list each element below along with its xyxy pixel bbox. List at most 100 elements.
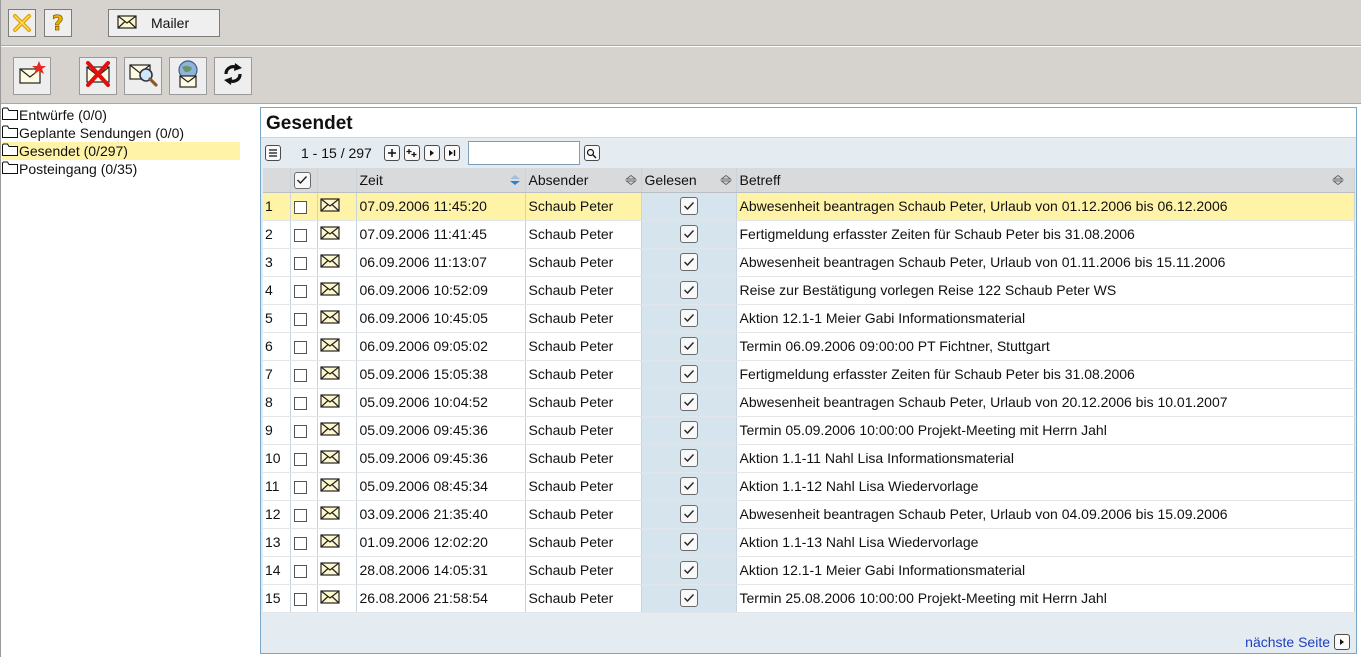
tab-mailer-label: Mailer xyxy=(151,15,190,31)
row-zeit: 03.09.2006 21:35:40 xyxy=(356,500,526,529)
row-betreff[interactable]: Aktion 1.1-12 Nahl Lisa Wiedervorlage xyxy=(736,472,1355,501)
row-betreff[interactable]: Termin 05.09.2006 10:00:00 Projekt-Meeti… xyxy=(736,416,1355,445)
row-checkbox[interactable] xyxy=(290,500,318,529)
row-zeit: 05.09.2006 10:04:52 xyxy=(356,388,526,417)
search-mail-button[interactable] xyxy=(124,57,162,95)
row-index: 4 xyxy=(263,276,291,305)
row-checkbox[interactable] xyxy=(290,584,318,613)
row-betreff[interactable]: Aktion 1.1-13 Nahl Lisa Wiedervorlage xyxy=(736,528,1355,557)
read-checkmark-icon xyxy=(679,393,698,412)
row-checkbox[interactable] xyxy=(290,192,318,221)
col-header-betreff[interactable]: Betreff xyxy=(736,168,1355,193)
row-checkbox[interactable] xyxy=(290,220,318,249)
row-betreff[interactable]: Reise zur Bestätigung vorlegen Reise 122… xyxy=(736,276,1355,305)
folder-item-entwuerfe[interactable]: Entwürfe (0/0) xyxy=(2,106,240,124)
top-tab-bar: ? Mailer xyxy=(1,0,1361,46)
next-page-button[interactable] xyxy=(423,145,440,161)
row-checkbox[interactable] xyxy=(290,332,318,361)
table-row[interactable]: 14 28.08.2006 14:05:31 Schaub Peter Aktion … xyxy=(263,556,1355,585)
table-row[interactable]: 13 01.09.2006 12:02:20 Schaub Peter Aktion … xyxy=(263,528,1355,557)
row-checkbox[interactable] xyxy=(290,248,318,277)
row-zeit: 06.09.2006 11:13:07 xyxy=(356,248,526,277)
row-betreff[interactable]: Aktion 12.1-1 Meier Gabi Informationsmat… xyxy=(736,556,1355,585)
folder-icon xyxy=(2,143,19,159)
row-checkbox[interactable] xyxy=(290,556,318,585)
plus-plus-icon xyxy=(406,149,417,157)
read-checkmark-icon xyxy=(679,449,698,468)
help-button[interactable]: ? xyxy=(44,9,72,37)
row-absender: Schaub Peter xyxy=(525,416,642,445)
row-checkbox[interactable] xyxy=(290,276,318,305)
table-row[interactable]: 4 06.09.2006 10:52:09 Schaub Peter Reise zu… xyxy=(263,276,1355,305)
row-absender: Schaub Peter xyxy=(525,528,642,557)
table-row[interactable]: 8 05.09.2006 10:04:52 Schaub Peter Abwesenh… xyxy=(263,388,1355,417)
table-row[interactable]: 5 06.09.2006 10:45:05 Schaub Peter Aktion 1… xyxy=(263,304,1355,333)
expand-button[interactable] xyxy=(383,145,400,161)
read-checkmark-icon xyxy=(679,505,698,524)
table-row[interactable]: 7 05.09.2006 15:05:38 Schaub Peter Fertigme… xyxy=(263,360,1355,389)
row-betreff[interactable]: Abwesenheit beantragen Schaub Peter, Url… xyxy=(736,248,1355,277)
row-index: 12 xyxy=(263,500,291,529)
row-index: 3 xyxy=(263,248,291,277)
row-checkbox[interactable] xyxy=(290,472,318,501)
select-all-checkbox[interactable] xyxy=(290,168,318,193)
read-checkmark-icon xyxy=(679,533,698,552)
folder-item-gesendet[interactable]: Gesendet (0/297) xyxy=(2,142,240,160)
list-view-button[interactable] xyxy=(265,145,281,161)
table-row[interactable]: 15 26.08.2006 21:58:54 Schaub Peter Termin … xyxy=(263,584,1355,613)
refresh-button[interactable] xyxy=(214,57,252,95)
table-row[interactable]: 6 06.09.2006 09:05:02 Schaub Peter Termin 0… xyxy=(263,332,1355,361)
row-absender: Schaub Peter xyxy=(525,556,642,585)
row-zeit: 07.09.2006 11:45:20 xyxy=(356,192,526,221)
folder-label: Geplante Sendungen (0/0) xyxy=(19,125,185,141)
table-row[interactable]: 3 06.09.2006 11:13:07 Schaub Peter Abwesenh… xyxy=(263,248,1355,277)
close-app-button[interactable] xyxy=(8,9,36,37)
row-betreff[interactable]: Abwesenheit beantragen Schaub Peter, Url… xyxy=(736,388,1355,417)
table-row[interactable]: 1 07.09.2006 11:45:20 Schaub Peter Abwesenh… xyxy=(263,192,1355,221)
row-betreff[interactable]: Termin 25.08.2006 10:00:00 Projekt-Meeti… xyxy=(736,584,1355,613)
row-index: 8 xyxy=(263,388,291,417)
row-checkbox[interactable] xyxy=(290,416,318,445)
web-mail-button[interactable] xyxy=(169,57,207,95)
tab-mailer[interactable]: Mailer xyxy=(108,9,220,37)
row-betreff[interactable]: Fertigmeldung erfasster Zeiten für Schau… xyxy=(736,360,1355,389)
table-row[interactable]: 10 05.09.2006 09:45:36 Schaub Peter Aktion … xyxy=(263,444,1355,473)
sort-desc-active-icon xyxy=(509,174,520,185)
new-mail-button[interactable] xyxy=(13,57,51,95)
envelope-icon xyxy=(317,304,357,333)
plus-icon xyxy=(387,149,396,157)
table-row[interactable]: 2 07.09.2006 11:41:45 Schaub Peter Fertigme… xyxy=(263,220,1355,249)
row-gelesen xyxy=(641,584,737,613)
row-index: 13 xyxy=(263,528,291,557)
table-row[interactable]: 12 03.09.2006 21:35:40 Schaub Peter Abwesen… xyxy=(263,500,1355,529)
mail-rows: 1 07.09.2006 11:45:20 Schaub Peter Abwesenh… xyxy=(263,192,1355,613)
search-input[interactable] xyxy=(467,141,580,165)
expand-all-button[interactable] xyxy=(403,145,420,161)
col-header-absender[interactable]: Absender xyxy=(525,168,642,193)
next-page-link[interactable]: nächste Seite xyxy=(1245,634,1350,650)
table-row[interactable]: 9 05.09.2006 09:45:36 Schaub Peter Termin 0… xyxy=(263,416,1355,445)
row-checkbox[interactable] xyxy=(290,528,318,557)
row-betreff[interactable]: Aktion 1.1-11 Nahl Lisa Informationsmate… xyxy=(736,444,1355,473)
col-header-zeit[interactable]: Zeit xyxy=(356,168,526,193)
delete-mail-button[interactable] xyxy=(79,57,117,95)
row-checkbox[interactable] xyxy=(290,360,318,389)
folder-item-geplante-sendungen[interactable]: Geplante Sendungen (0/0) xyxy=(2,124,240,142)
row-checkbox[interactable] xyxy=(290,444,318,473)
search-button[interactable] xyxy=(583,145,600,161)
folder-label: Gesendet (0/297) xyxy=(19,143,128,159)
col-header-gelesen[interactable]: Gelesen xyxy=(641,168,737,193)
row-checkbox[interactable] xyxy=(290,304,318,333)
row-absender: Schaub Peter xyxy=(525,276,642,305)
row-absender: Schaub Peter xyxy=(525,304,642,333)
folder-item-posteingang[interactable]: Posteingang (0/35) xyxy=(2,160,240,178)
table-row[interactable]: 11 05.09.2006 08:45:34 Schaub Peter Aktion … xyxy=(263,472,1355,501)
row-betreff[interactable]: Aktion 12.1-1 Meier Gabi Informationsmat… xyxy=(736,304,1355,333)
row-betreff[interactable]: Abwesenheit beantragen Schaub Peter, Url… xyxy=(736,500,1355,529)
row-checkbox[interactable] xyxy=(290,388,318,417)
last-page-button[interactable] xyxy=(443,145,460,161)
row-betreff[interactable]: Abwesenheit beantragen Schaub Peter, Url… xyxy=(736,192,1355,221)
row-zeit: 05.09.2006 08:45:34 xyxy=(356,472,526,501)
row-betreff[interactable]: Fertigmeldung erfasster Zeiten für Schau… xyxy=(736,220,1355,249)
row-betreff[interactable]: Termin 06.09.2006 09:00:00 PT Fichtner, … xyxy=(736,332,1355,361)
